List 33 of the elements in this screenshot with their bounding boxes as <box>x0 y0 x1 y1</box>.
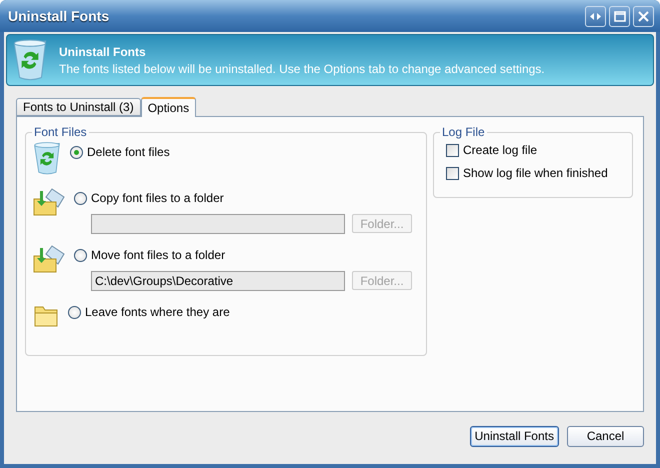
dialog-button[interactable]: Uninstall Fonts <box>470 426 559 446</box>
radio-button[interactable] <box>70 146 83 158</box>
radio-button[interactable] <box>74 192 87 204</box>
folders-icon <box>32 244 66 274</box>
folders-icon <box>32 187 66 217</box>
option-label: Delete font files <box>87 145 170 159</box>
header-title: Uninstall Fonts <box>59 44 147 58</box>
restore-button[interactable] <box>609 6 630 26</box>
recycle-bin-icon <box>11 38 49 82</box>
checkbox-label: Show log file when finished <box>463 166 608 180</box>
folder-path-field[interactable] <box>91 214 345 234</box>
resize-button[interactable] <box>585 6 606 26</box>
checkbox-label: Create log file <box>463 143 538 157</box>
radio-button[interactable] <box>74 248 87 262</box>
dialog-button[interactable]: Cancel <box>567 426 644 446</box>
tab[interactable]: Options <box>140 97 196 117</box>
folder-path-field[interactable]: C:\dev\Groups\Decorative <box>91 271 345 291</box>
option-label: Copy font files to a folder <box>91 191 224 205</box>
recycle-bin-icon <box>32 141 62 176</box>
header-description: The fonts listed below will be uninstalled. Use the Options tab to change advanced settings. <box>59 62 545 76</box>
arrows-icon <box>590 12 601 20</box>
tab[interactable]: Fonts to Uninstall (3) <box>16 98 141 116</box>
option-label: Move font files to a folder <box>91 248 226 262</box>
group-title: Log File <box>441 125 486 139</box>
option-label: Leave fonts where they are <box>85 305 230 319</box>
close-button[interactable] <box>633 6 654 26</box>
checkbox[interactable] <box>446 166 459 180</box>
group-title: Font Files <box>33 125 88 139</box>
window-icon <box>614 10 626 22</box>
checkbox[interactable] <box>446 144 459 156</box>
window-title: Uninstall Fonts <box>8 8 110 24</box>
close-icon <box>638 10 649 22</box>
radio-button[interactable] <box>68 306 81 318</box>
